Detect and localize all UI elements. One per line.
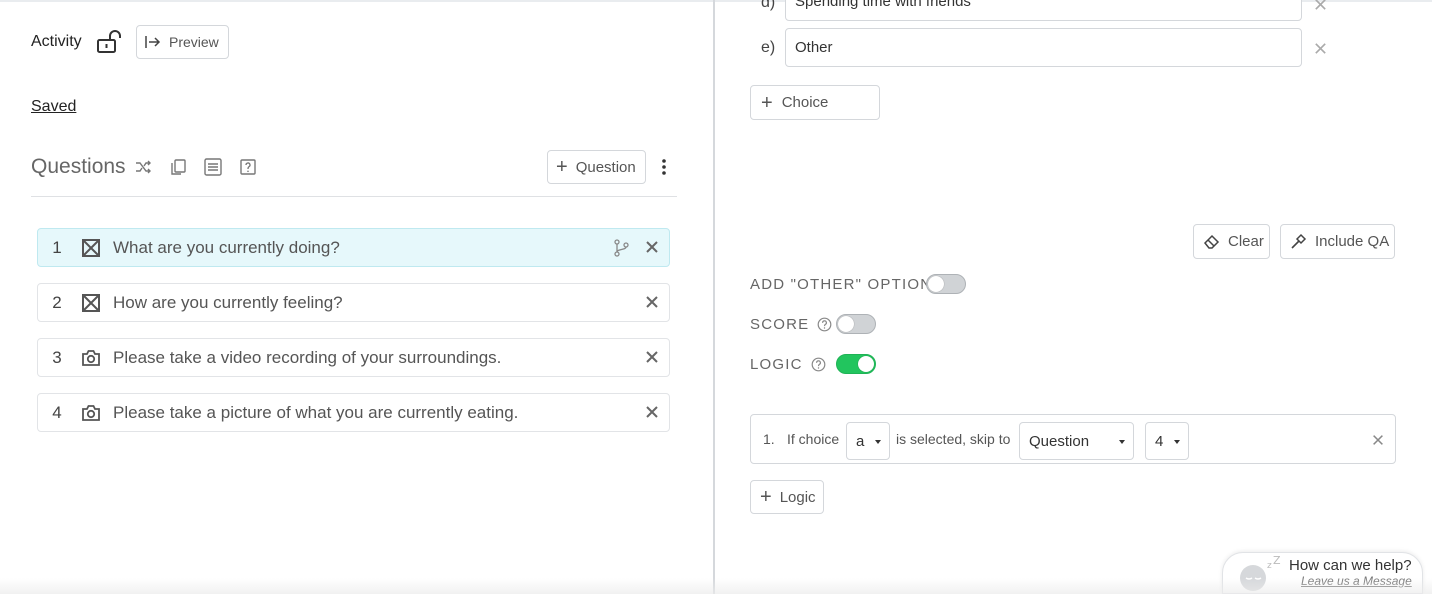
eraser-icon (1203, 234, 1220, 249)
choice-letter-d: d) (761, 0, 776, 11)
score-text: SCORE (750, 316, 810, 333)
camera-icon (80, 402, 102, 424)
add-other-option-toggle[interactable] (926, 274, 966, 294)
logic-rule-number: 1. (763, 431, 775, 447)
help-circle-icon[interactable] (811, 357, 826, 372)
add-logic-label: Logic (779, 488, 816, 506)
question-row-1[interactable]: 1 What are you currently doing? (37, 228, 670, 267)
add-other-option-label: ADD "OTHER" OPTION (750, 276, 932, 293)
help-square-icon[interactable] (238, 157, 258, 177)
add-logic-button[interactable]: + Logic (750, 480, 824, 514)
target-type-select[interactable]: Question (1019, 422, 1134, 460)
preview-label: Preview (169, 34, 219, 50)
copy-icon[interactable] (168, 157, 188, 177)
clear-button[interactable]: Clear (1193, 224, 1270, 259)
left-panel: Activity Preview Saved Questions + Quest… (0, 0, 713, 594)
score-toggle[interactable] (836, 314, 876, 334)
add-other-option-text: ADD "OTHER" OPTION (750, 276, 933, 293)
add-choice-button[interactable]: + Choice (750, 85, 880, 120)
add-choice-label: Choice (781, 94, 829, 111)
score-label: SCORE (750, 316, 832, 333)
question-text: What are you currently doing? (113, 237, 340, 257)
question-number: 3 (52, 347, 62, 367)
hammer-icon (1291, 233, 1307, 249)
multiple-choice-icon (80, 237, 102, 259)
toggle-knob (858, 356, 874, 372)
branch-logic-icon[interactable] (611, 238, 631, 258)
logic-if-choice-text: If choice (787, 431, 840, 447)
caret-down-icon (1174, 440, 1180, 444)
delete-question-icon[interactable] (644, 349, 660, 365)
unlock-icon[interactable] (96, 30, 122, 54)
question-text: How are you currently feeling? (113, 292, 343, 312)
saved-status[interactable]: Saved (31, 98, 76, 116)
questions-title: Questions (31, 155, 126, 178)
choice-value: Spending time with friends (795, 0, 971, 10)
choice-select[interactable]: a (846, 422, 890, 460)
delete-question-icon[interactable] (644, 294, 660, 310)
more-options-icon[interactable] (656, 157, 672, 177)
add-question-label: Question (575, 158, 636, 176)
caret-down-icon (875, 440, 881, 444)
remove-logic-icon[interactable] (1371, 433, 1385, 447)
sleeping-bubble-icon: z Z (1240, 556, 1281, 591)
divider (31, 196, 677, 197)
shuffle-icon[interactable] (133, 157, 153, 177)
question-row-3[interactable]: 3 Please take a video recording of your … (37, 338, 670, 377)
toggle-knob (838, 316, 854, 332)
svg-text:z: z (1267, 561, 1272, 571)
logic-rule-row: 1. If choice a is selected, skip to Ques… (750, 414, 1396, 464)
logic-is-selected-text: is selected, skip to (896, 431, 1011, 447)
preview-icon (145, 36, 161, 48)
panel-divider[interactable] (713, 0, 715, 594)
caret-down-icon (1119, 440, 1125, 444)
choice-input-e[interactable]: Other (785, 28, 1302, 67)
choice-value: Other (795, 39, 833, 56)
logic-label: LOGIC (750, 356, 826, 373)
delete-question-icon[interactable] (644, 404, 660, 420)
include-qa-button[interactable]: Include QA (1280, 224, 1395, 259)
plus-icon: + (761, 91, 773, 114)
toggle-knob (928, 276, 944, 292)
target-type-value: Question (1029, 432, 1090, 450)
help-widget-title: How can we help? (1289, 557, 1412, 574)
logic-toggle[interactable] (836, 354, 876, 374)
svg-text:Z: Z (1273, 556, 1281, 567)
add-question-button[interactable]: + Question (547, 150, 646, 184)
remove-choice-icon[interactable] (1313, 41, 1328, 56)
question-row-4[interactable]: 4 Please take a picture of what you are … (37, 393, 670, 432)
camera-icon (80, 347, 102, 369)
question-number: 2 (52, 292, 62, 312)
clear-label: Clear (1228, 233, 1264, 250)
target-number-value: 4 (1155, 432, 1164, 450)
delete-question-icon[interactable] (644, 239, 660, 255)
remove-choice-icon[interactable] (1313, 0, 1328, 12)
help-chat-widget[interactable]: z Z How can we help? Leave us a Message (1222, 552, 1423, 594)
question-number: 1 (52, 237, 62, 257)
activity-label: Activity (31, 33, 82, 50)
include-qa-label: Include QA (1315, 233, 1390, 250)
multiple-choice-icon (80, 292, 102, 314)
logic-text: LOGIC (750, 356, 803, 373)
target-number-select[interactable]: 4 (1145, 422, 1189, 460)
choice-letter-e: e) (761, 39, 776, 56)
question-text: Please take a picture of what you are cu… (113, 402, 519, 422)
plus-icon: + (556, 156, 568, 178)
choice-select-value: a (856, 432, 865, 450)
preview-button[interactable]: Preview (136, 25, 229, 59)
help-circle-icon[interactable] (817, 317, 832, 332)
choice-input-d[interactable]: Spending time with friends (785, 0, 1302, 21)
question-text: Please take a video recording of your su… (113, 347, 502, 367)
list-view-icon[interactable] (203, 157, 223, 177)
question-number: 4 (52, 402, 62, 422)
question-row-2[interactable]: 2 How are you currently feeling? (37, 283, 670, 322)
plus-icon: + (760, 486, 772, 508)
help-widget-link[interactable]: Leave us a Message (1301, 574, 1412, 588)
